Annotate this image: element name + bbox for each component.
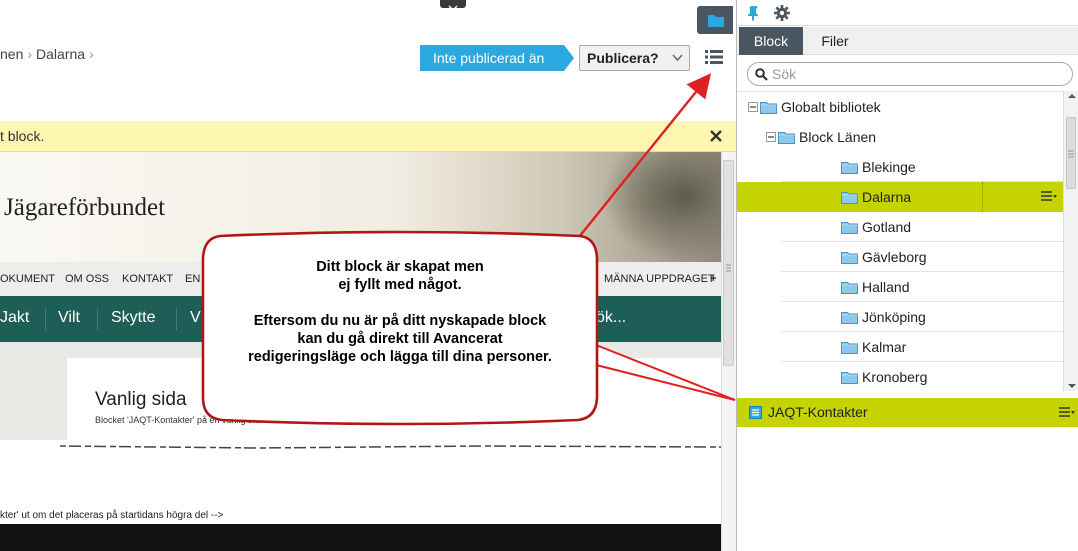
tab-filer[interactable]: Filer [807, 27, 863, 55]
context-menu-icon[interactable] [1059, 406, 1075, 419]
breadcrumb-item[interactable]: nen [0, 46, 23, 62]
breadcrumb-separator: › [89, 46, 94, 62]
gear-icon[interactable] [773, 4, 791, 22]
panel-toolbar [737, 0, 1078, 26]
block-list-item[interactable]: JAQT-Kontakter [737, 398, 1078, 427]
publish-status-badge: Inte publicerad än [420, 45, 574, 71]
main-nav-item[interactable]: ök... [596, 309, 626, 327]
torn-edge-divider [0, 440, 721, 454]
list-view-icon[interactable] [705, 49, 723, 65]
html-comment-text: kter' ut om det placeras på startidans h… [0, 510, 224, 521]
folder-icon [841, 312, 858, 324]
notification-text: t block. [0, 128, 45, 144]
collapse-icon[interactable] [748, 102, 758, 112]
top-nav-item[interactable]: MÄNNA UPPDRAGET [604, 273, 715, 285]
page-heading: Vanlig sida [95, 389, 187, 410]
folder-icon [708, 15, 724, 27]
tree-item-label: Gävleborg [862, 249, 927, 265]
folder-icon [778, 132, 795, 144]
search-icon [755, 68, 768, 81]
top-nav-item[interactable]: OKUMENT [0, 273, 55, 285]
collapse-icon[interactable] [766, 132, 776, 142]
top-nav-item[interactable]: OM OSS [65, 273, 109, 285]
breadcrumb: nen › Dalarna › [0, 46, 98, 62]
callout-line: ej fyllt med något. [338, 277, 462, 293]
callout-line: kan du gå direkt till Avancerat [297, 331, 503, 347]
breadcrumb-separator: › [27, 46, 33, 62]
tree-item-label: Block Länen [799, 129, 877, 145]
folder-icon [841, 342, 858, 354]
block-tree: Globalt bibliotek Block Länen Blekinge Dala… [737, 91, 1063, 391]
tree-item-gotland[interactable]: Gotland [737, 212, 1063, 242]
folder-icon [841, 222, 858, 234]
tree-item-label: Globalt bibliotek [781, 99, 881, 115]
header-photo-tree [600, 152, 721, 262]
assets-panel: Block Filer Globalt bibliotek Block Länen… [736, 0, 1078, 551]
site-footer [0, 524, 721, 551]
grip-icon [726, 264, 731, 272]
tree-item-globalt-bibliotek[interactable]: Globalt bibliotek [737, 92, 1063, 122]
grip-icon [1068, 150, 1074, 158]
context-menu-icon[interactable] [1041, 190, 1057, 203]
tree-item-halland[interactable]: Halland [737, 272, 1063, 302]
tree-item-label: Blekinge [862, 159, 916, 175]
callout-line: redigeringsläge och lägga till dina pers… [248, 349, 552, 365]
close-icon[interactable] [709, 129, 723, 143]
callout-line: Eftersom du nu är på ditt nyskapade bloc… [253, 313, 547, 329]
preview-scrollbar-thumb[interactable] [723, 160, 734, 366]
publish-button[interactable]: Publicera? [579, 45, 690, 71]
main-nav-item[interactable]: Vilt [58, 309, 80, 327]
pin-icon[interactable] [746, 5, 762, 21]
folder-icon [841, 282, 858, 294]
main-nav-item[interactable]: Jakt [0, 309, 29, 327]
chevron-down-icon [448, 5, 458, 12]
assets-panel-button[interactable] [697, 6, 733, 34]
tree-item-label: Jönköping [862, 309, 926, 325]
breadcrumb-item[interactable]: Dalarna [36, 46, 85, 62]
tree-item-blekinge[interactable]: Blekinge [737, 152, 1063, 182]
editor-toolbar: nen › Dalarna › Inte publicerad än Publicer… [0, 0, 736, 120]
toolbar-handle[interactable] [440, 0, 466, 12]
tree-item-kalmar[interactable]: Kalmar [737, 332, 1063, 362]
panel-tabs: Block Filer [737, 27, 1078, 55]
tree-item-label: Kronoberg [862, 369, 928, 385]
nav-divider [45, 308, 46, 330]
folder-icon [841, 252, 858, 264]
folder-icon [760, 102, 777, 114]
tree-item-label: Kalmar [862, 339, 907, 355]
tree-item-kronoberg[interactable]: Kronoberg [737, 362, 1063, 391]
callout-line [220, 294, 580, 312]
tree-item-dalarna[interactable]: Dalarna [737, 182, 1063, 212]
tree-item-label: Gotland [862, 219, 912, 235]
top-nav-item[interactable]: EN [185, 273, 200, 285]
folder-icon [841, 162, 858, 174]
chevron-down-icon [672, 54, 683, 62]
tree-item-jönköping[interactable]: Jönköping [737, 302, 1063, 332]
search-input[interactable] [772, 65, 1062, 83]
block-name: JAQT-Kontakter [768, 404, 868, 420]
nav-divider [176, 308, 177, 330]
tree-item-label: Halland [862, 279, 910, 295]
callout-text: Ditt block är skapat men ej fyllt med nå… [220, 258, 580, 366]
tree-item-block-länen[interactable]: Block Länen [737, 122, 1063, 152]
nav-divider [97, 308, 98, 330]
search-box [747, 62, 1073, 86]
publish-button-label: Publicera? [587, 50, 659, 66]
main-nav-item[interactable]: Skytte [111, 309, 155, 327]
tab-block[interactable]: Block [739, 27, 803, 55]
notification-bar: t block. [0, 121, 736, 152]
folder-icon [841, 372, 858, 384]
top-nav-item[interactable]: KONTAKT [122, 273, 173, 285]
tree-item-label: Dalarna [862, 189, 912, 205]
callout-line: Ditt block är skapat men [316, 259, 484, 275]
screen: nen › Dalarna › Inte publicerad än Publicer… [0, 0, 1078, 551]
plus-icon[interactable]: + [710, 273, 716, 285]
site-title[interactable]: Jägareförbundet [4, 194, 165, 222]
block-icon [749, 406, 762, 419]
tree-scrollbar-thumb[interactable] [1066, 117, 1076, 189]
tree-item-gävleborg[interactable]: Gävleborg [737, 242, 1063, 272]
